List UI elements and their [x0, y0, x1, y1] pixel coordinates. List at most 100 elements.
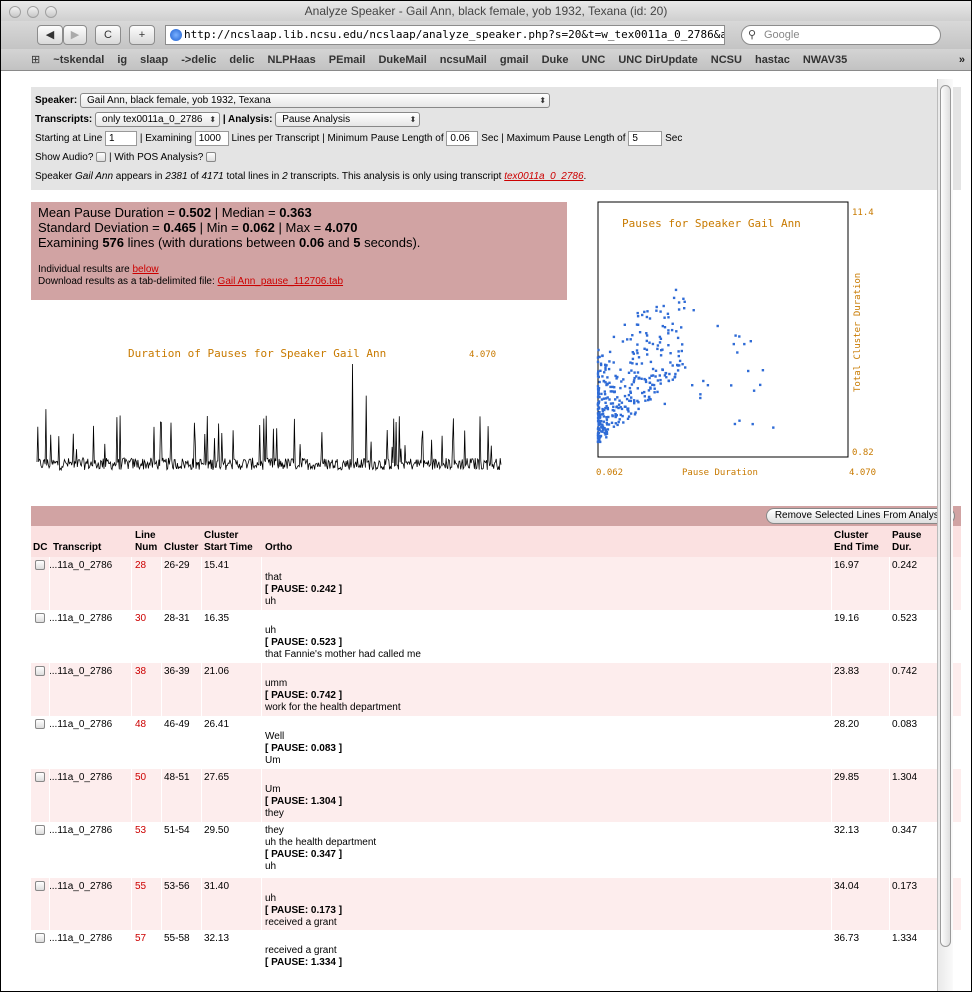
scatter-point — [599, 415, 602, 418]
examining-input[interactable]: 1000 — [194, 130, 229, 146]
zoom-window-icon[interactable] — [45, 6, 57, 18]
row-ortho-line: [ PAUSE: 0.347 ] — [265, 849, 343, 860]
column-divider — [889, 769, 890, 822]
search-field[interactable]: ⚲ Google — [741, 25, 941, 45]
column-divider — [831, 716, 832, 769]
row-select-checkbox[interactable] — [35, 825, 45, 835]
row-select-checkbox[interactable] — [35, 613, 45, 623]
bookmark-item[interactable]: UNC DirUpdate — [618, 54, 697, 66]
pos-analysis-checkbox[interactable] — [206, 152, 217, 163]
scatter-point — [636, 311, 639, 315]
row-pause-duration: 0.523 — [892, 613, 918, 624]
bookmark-item[interactable]: ncsuMail — [440, 54, 487, 66]
analysis-select[interactable]: Pause Analysis ⬍ — [275, 111, 421, 127]
minimize-window-icon[interactable] — [27, 6, 39, 18]
bookmark-item[interactable]: ->delic — [181, 54, 216, 66]
scatter-point — [604, 366, 607, 369]
bookmark-item[interactable]: gmail — [500, 54, 529, 66]
column-divider — [49, 930, 50, 970]
bookmark-item[interactable]: NWAV35 — [803, 54, 847, 66]
row-line-number[interactable]: 53 — [135, 825, 146, 837]
scatter-point — [599, 363, 603, 367]
bookmark-item[interactable]: slaap — [140, 54, 168, 66]
scatter-point — [601, 409, 604, 413]
row-line-number[interactable]: 57 — [135, 933, 146, 945]
forward-button[interactable]: ▶ — [63, 25, 87, 45]
row-line-number[interactable]: 28 — [135, 560, 146, 572]
bookmark-item[interactable]: PEmail — [329, 54, 366, 66]
row-select-checkbox[interactable] — [35, 719, 45, 729]
scatter-point — [629, 361, 632, 364]
row-line-number[interactable]: 38 — [135, 666, 146, 678]
exam-count: 576 — [102, 235, 125, 250]
bookmark-item[interactable]: UNC — [582, 54, 606, 66]
transcripts-select[interactable]: only tex0011a_0_2786 ⬍ — [95, 111, 221, 127]
scatter-point — [609, 402, 613, 405]
book-icon[interactable]: ⊞ — [31, 54, 40, 66]
scrollbar-thumb[interactable] — [940, 85, 951, 947]
scatter-point — [620, 380, 623, 383]
row-select-checkbox[interactable] — [35, 772, 45, 782]
bookmark-item[interactable]: ~tskendal — [53, 54, 104, 66]
row-cluster: 48-51 — [164, 772, 190, 783]
row-select-checkbox[interactable] — [35, 560, 45, 570]
bookmark-item[interactable]: hastac — [755, 54, 790, 66]
min-pause-input[interactable]: 0.06 — [446, 130, 479, 146]
overflow-chevron-icon[interactable]: » — [959, 49, 965, 71]
scatter-point — [654, 369, 658, 372]
table-row: ...11a_0_2786 53 51-54 29.50 32.13 0.347 they u… — [31, 822, 961, 878]
scatter-point — [666, 312, 670, 315]
max-pause-input[interactable]: 5 — [628, 130, 663, 146]
speaker-select[interactable]: Gail Ann, black female, yob 1932, Texana… — [80, 92, 551, 108]
row-ortho-line: [ PAUSE: 0.523 ] — [265, 637, 343, 648]
row-line-number[interactable]: 50 — [135, 772, 146, 784]
line-chart-ymax: 4.070 — [469, 350, 496, 360]
row-line-number[interactable]: 48 — [135, 719, 146, 731]
bookmark-item[interactable]: delic — [229, 54, 254, 66]
scatter-point — [641, 313, 644, 317]
back-button[interactable]: ◀ — [37, 25, 63, 45]
row-line-number[interactable]: 55 — [135, 881, 146, 893]
bookmark-item[interactable]: DukeMail — [378, 54, 426, 66]
scatter-point — [677, 308, 681, 311]
below-link[interactable]: below — [133, 264, 159, 275]
address-bar[interactable]: http://ncslaap.lib.ncsu.edu/ncslaap/anal… — [165, 25, 725, 45]
scatter-point — [665, 376, 668, 379]
vertical-scrollbar[interactable] — [937, 79, 953, 991]
row-pause-duration: 0.083 — [892, 719, 918, 730]
row-start-time: 29.50 — [204, 825, 230, 836]
scatter-point — [631, 357, 635, 361]
add-bookmark-button[interactable]: + — [129, 25, 155, 45]
remove-lines-button[interactable]: Remove Selected Lines From Analysis — [765, 508, 955, 524]
row-select-checkbox[interactable] — [35, 933, 45, 943]
bookmark-item[interactable]: ig — [117, 54, 127, 66]
row-line-number[interactable]: 30 — [135, 613, 146, 625]
sd-value: 0.465 — [163, 220, 196, 235]
controls-panel: Speaker: Gail Ann, black female, yob 193… — [31, 87, 961, 190]
info-total: 4171 — [201, 171, 224, 182]
scatter-point — [637, 401, 640, 404]
select-arrows-icon: ⬍ — [209, 114, 217, 124]
pos-analysis-label: | With POS Analysis? — [108, 152, 204, 163]
scatter-point — [644, 399, 647, 402]
column-divider — [161, 610, 162, 663]
column-divider — [201, 769, 202, 822]
row-select-checkbox[interactable] — [35, 666, 45, 676]
column-divider — [49, 663, 50, 716]
show-audio-checkbox[interactable] — [96, 152, 107, 163]
transcript-link[interactable]: tex0011a_0_2786 — [504, 171, 583, 182]
download-link[interactable]: Gail Ann_pause_112706.tab — [218, 276, 343, 287]
bookmark-item[interactable]: NCSU — [711, 54, 742, 66]
bookmark-item[interactable]: NLPHaas — [268, 54, 316, 66]
reload-button[interactable]: C — [95, 25, 121, 45]
start-line-input[interactable]: 1 — [105, 130, 138, 146]
row-select-checkbox[interactable] — [35, 881, 45, 891]
close-window-icon[interactable] — [9, 6, 21, 18]
scatter-point — [612, 405, 615, 408]
exam-high: 5 — [353, 235, 361, 250]
scatter-point — [629, 390, 632, 393]
bookmark-item[interactable]: Duke — [542, 54, 569, 66]
column-divider — [131, 557, 132, 610]
scatter-point — [597, 390, 600, 393]
table-row: ...11a_0_2786 48 46-49 26.41 28.20 0.083 Well[… — [31, 716, 961, 769]
